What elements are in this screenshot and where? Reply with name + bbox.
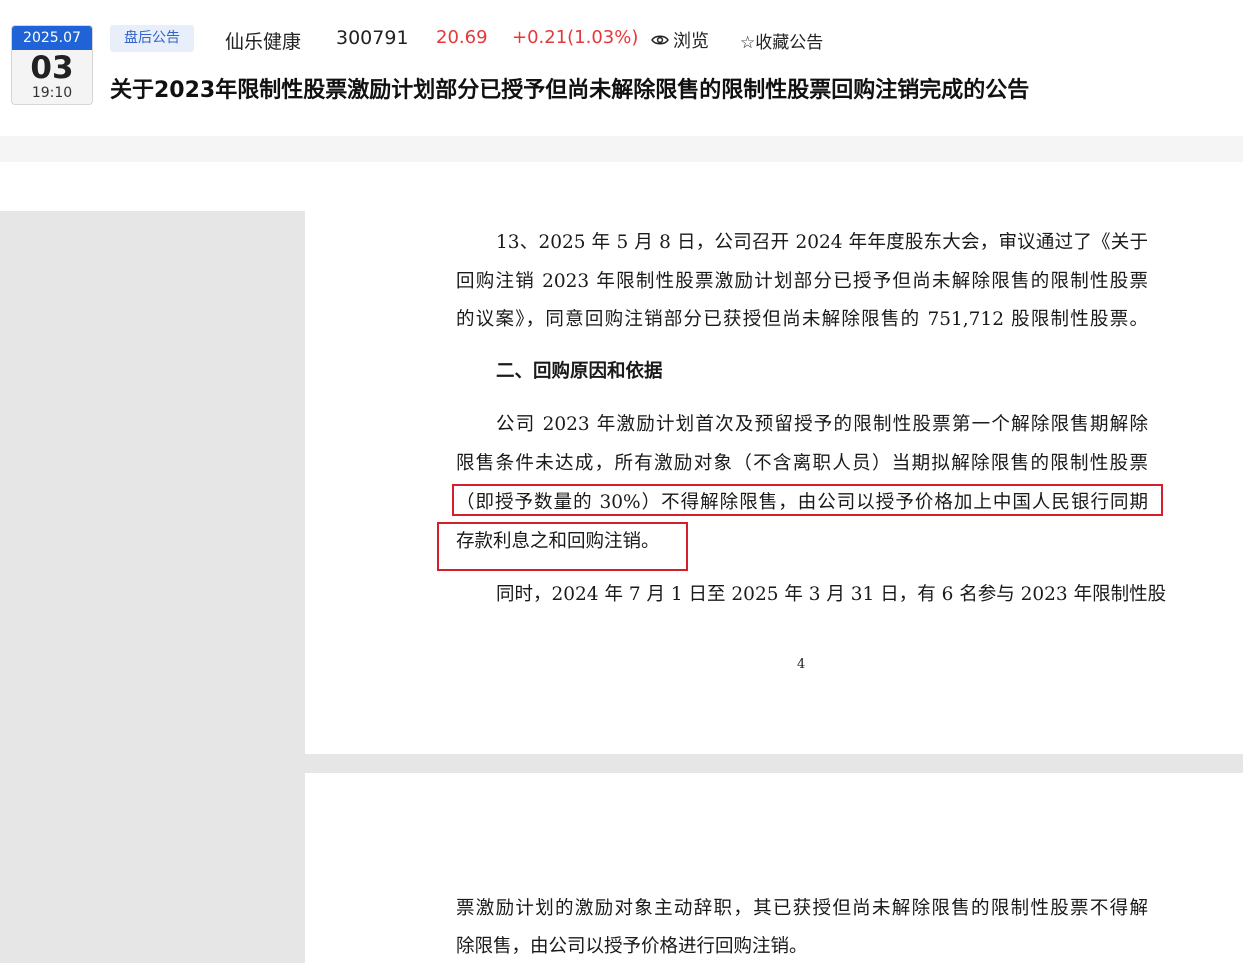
stock-change: +0.21(1.03%) [512, 27, 639, 48]
page-title: 关于2023年限制性股票激励计划部分已授予但尚未解除限售的限制性股票回购注销完成… [110, 78, 1030, 103]
doc-text-line: 除限售，由公司以授予价格进行回购注销。 [456, 936, 808, 957]
stock-name[interactable]: 仙乐健康 [225, 27, 301, 54]
eye-icon [651, 35, 669, 45]
views-indicator: 浏览 [651, 27, 709, 53]
date-day: 03 [30, 50, 74, 86]
views-label: 浏览 [673, 31, 709, 52]
announcement-type-badge: 盘后公告 [110, 25, 194, 52]
page-number: 4 [797, 657, 806, 672]
doc-text-line: 公司 2023 年激励计划首次及预留授予的限制性股票第一个解除限售期解除 [496, 414, 1148, 435]
document-page: 票激励计划的激励对象主动辞职，其已获授但尚未解除限售的限制性股票不得解 除限售，… [305, 773, 1243, 963]
doc-text-line: 回购注销 2023 年限制性股票激励计划部分已授予但尚未解除限售的限制性股票 [456, 271, 1148, 292]
header-divider-bar [0, 136, 1243, 162]
favorite-button[interactable]: ☆收藏公告 [740, 28, 823, 53]
doc-text-line: 13、2025 年 5 月 8 日，公司召开 2024 年年度股东大会，审议通过… [496, 232, 1148, 253]
date-card: 2025.07 03 19:10 [11, 25, 93, 105]
stock-code[interactable]: 300791 [336, 27, 409, 49]
stock-price: 20.69 [436, 27, 488, 48]
date-time: 19:10 [31, 85, 73, 101]
document-page: 13、2025 年 5 月 8 日，公司召开 2024 年年度股东大会，审议通过… [305, 211, 1243, 754]
doc-section-heading: 二、回购原因和依据 [496, 361, 663, 382]
highlight-annotation-box [437, 522, 688, 571]
doc-text-line: 票激励计划的激励对象主动辞职，其已获授但尚未解除限售的限制性股票不得解 [456, 898, 1148, 919]
doc-text-line: 限售条件未达成，所有激励对象（不含离职人员）当期拟解除限售的限制性股票 [456, 453, 1148, 474]
date-year-month: 2025.07 [12, 26, 92, 50]
highlight-annotation-box [452, 484, 1163, 516]
doc-text-line: 的议案》，同意回购注销部分已获授但尚未解除限售的 751,712 股限制性股票。 [456, 309, 1148, 330]
doc-text-line: 同时，2024 年 7 月 1 日至 2025 年 3 月 31 日，有 6 名… [496, 584, 1167, 605]
